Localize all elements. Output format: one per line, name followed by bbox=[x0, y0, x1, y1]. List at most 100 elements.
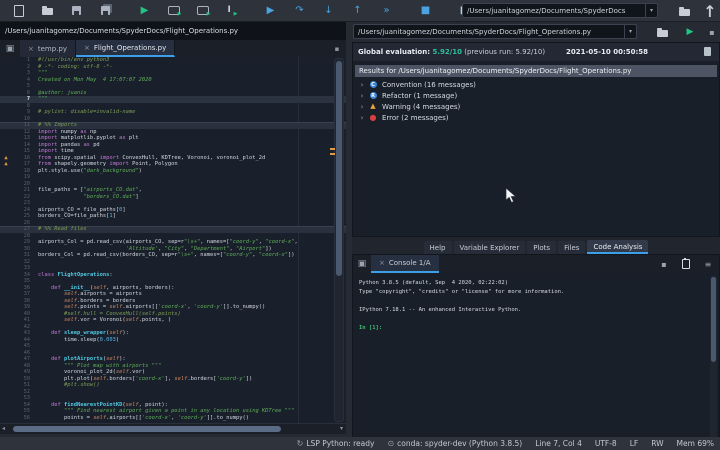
warning-icon: ▲ bbox=[370, 102, 376, 110]
cursor-position: Line 7, Col 4 bbox=[535, 439, 582, 448]
step-out-button[interactable]: ↑ bbox=[349, 2, 366, 20]
open-file-button[interactable] bbox=[39, 2, 56, 20]
tab-variable-explorer[interactable]: Variable Explorer bbox=[453, 241, 526, 254]
report-button[interactable] bbox=[704, 47, 711, 58]
open-file-icon bbox=[42, 6, 53, 15]
analysis-file-value: /Users/juanitagomez/Documents/SpyderDocs… bbox=[358, 27, 592, 36]
arrow-up-icon: ↑ bbox=[703, 1, 717, 21]
save-button[interactable] bbox=[68, 2, 85, 20]
tab-files[interactable]: Files bbox=[558, 241, 586, 254]
browse-tabs-button[interactable]: ▣ bbox=[0, 40, 20, 57]
editor-tab-temp.py[interactable]: × temp.py bbox=[20, 40, 76, 57]
error-icon: ● bbox=[369, 113, 377, 122]
debug-button[interactable]: ▶ bbox=[262, 2, 279, 20]
close-icon[interactable]: × bbox=[379, 259, 385, 267]
lsp-icon: ↻ bbox=[296, 439, 304, 448]
interrupt-kernel-button[interactable]: ▪ bbox=[653, 255, 675, 273]
analysis-browse-file-button[interactable] bbox=[654, 24, 670, 40]
console-line: Type "copyright", "credits" or "license"… bbox=[359, 289, 565, 295]
editor-tab-Flight_Operations.py[interactable]: × Flight_Operations.py bbox=[76, 40, 176, 57]
console-line: IPython 7.18.1 -- An enhanced Interactiv… bbox=[359, 307, 522, 313]
warning-flag[interactable] bbox=[330, 148, 335, 150]
analysis-datetime: 2021-05-10 00:50:58 bbox=[566, 48, 649, 56]
warning-flag[interactable] bbox=[330, 153, 335, 155]
working-directory-combobox[interactable]: /Users/juanitagomez/Documents/SpyderDocs… bbox=[462, 3, 658, 18]
run-cell-button[interactable] bbox=[165, 2, 182, 20]
stop-button[interactable]: ■ bbox=[417, 2, 434, 20]
parent-directory-button[interactable]: ↑ bbox=[702, 1, 718, 21]
analysis-stop-button[interactable]: ▪ bbox=[704, 24, 720, 40]
close-icon[interactable]: × bbox=[28, 45, 34, 53]
analysis-category-warning[interactable]: › ▲ Warning (4 messages) bbox=[355, 101, 717, 112]
analysis-file-combobox[interactable]: /Users/juanitagomez/Documents/SpyderDocs… bbox=[353, 24, 637, 39]
line-number: 56 bbox=[23, 414, 30, 421]
chevron-down-icon[interactable]: ▾ bbox=[624, 25, 636, 38]
toolbar-buttons: ▶▶↷↓↑»■◧⚙ bbox=[0, 0, 537, 21]
scroll-left-icon[interactable]: ◂ bbox=[2, 425, 5, 432]
analysis-category-error[interactable]: › ● Error (2 messages) bbox=[355, 112, 717, 123]
tab-plots[interactable]: Plots bbox=[527, 241, 557, 254]
editor-options-button[interactable]: ▪ bbox=[328, 40, 346, 57]
global-evaluation-row: Global evaluation: 5.92/10 (previous run… bbox=[353, 43, 719, 61]
console-tab[interactable]: × Console 1/A bbox=[371, 255, 439, 273]
console-options-button[interactable]: ≡ bbox=[697, 255, 719, 273]
chevron-down-icon[interactable]: ▾ bbox=[645, 4, 657, 17]
analysis-category-refactor[interactable]: › R Refactor (1 message) bbox=[355, 90, 717, 101]
run-selection-button[interactable] bbox=[223, 2, 240, 20]
chevron-down-icon[interactable]: ▾ bbox=[340, 425, 343, 432]
tab-code-analysis[interactable]: Code Analysis bbox=[587, 240, 649, 254]
scrollbar-thumb[interactable] bbox=[711, 277, 716, 362]
category-label: Refactor (1 message) bbox=[382, 91, 458, 100]
scrollbar-thumb[interactable] bbox=[336, 61, 342, 276]
save-icon bbox=[72, 6, 81, 15]
run-cell-advance-icon bbox=[196, 6, 211, 17]
scrollbar-thumb[interactable] bbox=[13, 426, 281, 432]
refactor-icon: R bbox=[369, 92, 377, 99]
save-all-icon bbox=[101, 6, 110, 15]
console-scrollbar[interactable] bbox=[710, 275, 717, 441]
browse-tabs-icon: ▣ bbox=[5, 43, 15, 54]
expand-chevron-icon[interactable]: › bbox=[357, 103, 367, 111]
analysis-run-button[interactable]: ▶ bbox=[682, 24, 698, 40]
browse-working-directory-button[interactable] bbox=[676, 3, 692, 19]
expand-chevron-icon[interactable]: › bbox=[357, 92, 367, 100]
analysis-category-convention[interactable]: › C Convention (16 messages) bbox=[355, 79, 717, 90]
console-prompt[interactable]: In [1]: bbox=[359, 324, 705, 333]
inspect-button[interactable] bbox=[675, 255, 697, 273]
gutter-margin[interactable] bbox=[0, 415, 12, 422]
ipython-console-pane[interactable]: ▣ × Console 1/A ▪ ≡ Python 3.8.5 (default… bbox=[352, 254, 720, 444]
run-cell-advance-button[interactable] bbox=[194, 2, 211, 20]
mouse-cursor bbox=[505, 187, 517, 203]
menu-icon: ≡ bbox=[704, 259, 712, 269]
options-icon: ▪ bbox=[334, 44, 340, 53]
code-line[interactable]: 56 points = self.airports[['coord-x', 'c… bbox=[0, 415, 346, 422]
step-into-button[interactable]: ↓ bbox=[320, 2, 337, 20]
memory-status: Mem 69% bbox=[676, 439, 714, 448]
previous-run-score: (previous run: 5.92/10) bbox=[462, 48, 546, 56]
folder-icon bbox=[678, 6, 690, 16]
close-icon[interactable]: × bbox=[84, 44, 90, 52]
new-file-button[interactable] bbox=[10, 2, 27, 20]
console-output: Python 3.8.5 (default, Sep 4 2020, 02:22… bbox=[359, 279, 705, 333]
editor-vertical-scrollbar[interactable] bbox=[334, 58, 344, 422]
status-bar: ↻ LSP Python: ready ⊙ conda: spyder-dev (P… bbox=[0, 437, 720, 450]
editor-horizontal-scrollbar[interactable]: ◂ ▾ bbox=[0, 423, 346, 434]
folder-icon bbox=[656, 27, 668, 37]
spyder-window: ▶▶↷↓↑»■◧⚙ /Users/juanitagomez/Documents/… bbox=[0, 0, 720, 450]
code-editor[interactable]: 1 #!/usr/bin/env python3 2 # -*- coding: ut… bbox=[0, 57, 346, 423]
console-line: Python 3.8.5 (default, Sep 4 2020, 02:22… bbox=[359, 280, 509, 286]
step-over-button[interactable]: ↷ bbox=[291, 2, 308, 20]
browse-tabs-button[interactable]: ▣ bbox=[353, 255, 371, 273]
save-all-button[interactable] bbox=[97, 2, 114, 20]
run-button[interactable]: ▶ bbox=[136, 2, 153, 20]
continue-button[interactable]: » bbox=[378, 2, 395, 20]
expand-chevron-icon[interactable]: › bbox=[357, 81, 367, 89]
conda-env-text: conda: spyder-dev (Python 3.8.5) bbox=[397, 439, 523, 448]
convention-icon: C bbox=[369, 81, 377, 88]
tab-help[interactable]: Help bbox=[423, 241, 452, 254]
tabbar-spacer bbox=[439, 255, 654, 273]
expand-chevron-icon[interactable]: › bbox=[357, 114, 367, 122]
conda-env-status[interactable]: ⊙ conda: spyder-dev (Python 3.8.5) bbox=[387, 439, 522, 448]
analysis-toolbar: /Users/juanitagomez/Documents/SpyderDocs… bbox=[352, 22, 720, 42]
